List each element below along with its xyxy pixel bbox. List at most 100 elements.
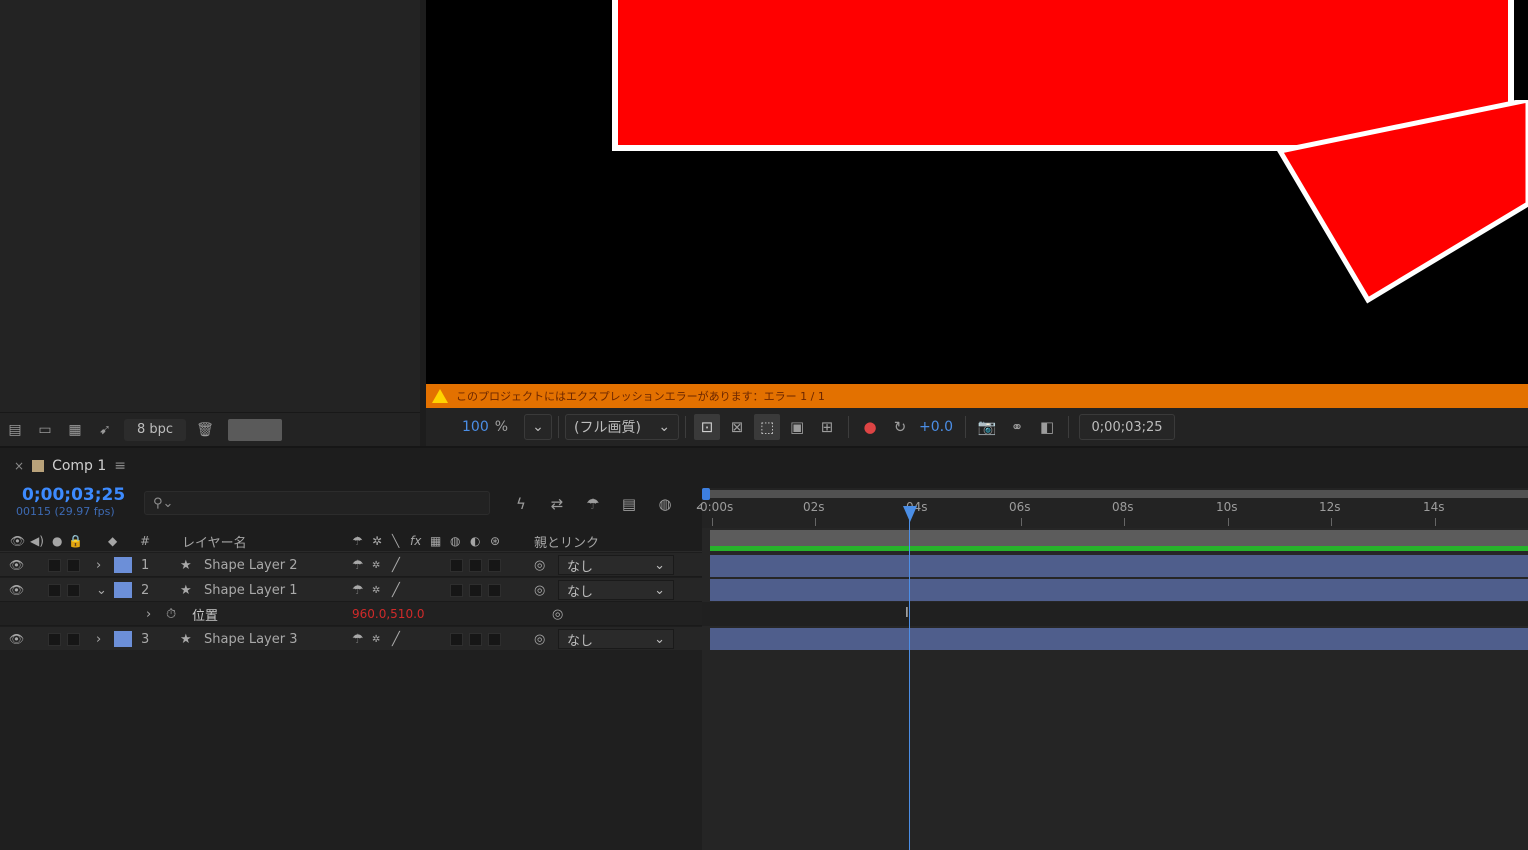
collapse-icon[interactable]: ✲ [372,627,380,651]
work-area-bar[interactable] [706,490,1528,498]
layer-row[interactable]: 👁 › 3 ★ Shape Layer 3 ☂ ✲ ╱ ◎ なし ⌄ [0,627,702,651]
eye-icon[interactable]: 👁 [9,627,24,651]
project-color-swatch[interactable] [228,418,282,441]
expression-pickwhip-icon[interactable]: ◎ [552,602,563,626]
quality-icon[interactable]: ╱ [392,553,400,577]
column-layer-name[interactable]: レイヤー名 [182,530,247,552]
pickwhip-icon[interactable]: ◎ [534,578,545,602]
collapse-icon[interactable]: ✲ [372,578,380,602]
layer-row[interactable]: 👁 › 1 ★ Shape Layer 2 ☂ ✲ ╱ ◎ なし ⌄ [0,553,702,577]
work-area-start-handle[interactable] [702,488,710,500]
frame-blending-icon[interactable]: ▤ [616,491,642,517]
interpret-footage-icon[interactable]: ▤ [4,419,26,441]
switch-box[interactable] [488,583,501,597]
solo-checkbox[interactable] [48,583,61,597]
draft-3d-icon[interactable]: ϟ [508,491,534,517]
property-row-position[interactable]: › ⏱ 位置 960.0,510.0 ◎ [0,602,702,626]
layer-duration-bar[interactable] [710,628,1528,650]
parent-dropdown[interactable]: なし ⌄ [558,555,674,575]
quality-icon[interactable]: ╱ [392,627,400,651]
shy-layers-icon[interactable]: ☂ [580,491,606,517]
layer-label-color[interactable] [114,631,132,647]
solo-checkbox[interactable] [48,632,61,646]
lock-icon[interactable]: 🔒 [68,530,83,552]
timeline-tab[interactable]: × Comp 1 ≡ [0,454,420,478]
trash-icon[interactable]: 🗑 [194,419,216,441]
new-folder-icon[interactable]: ▭ [34,419,56,441]
reset-exposure-icon[interactable]: ↻ [887,414,913,440]
current-timecode[interactable]: 0;00;03;25 [22,485,125,505]
zoom-dropdown[interactable]: ⌄ [524,414,553,440]
quality-icon[interactable]: ╱ [392,578,400,602]
layer-label-color[interactable] [114,557,132,573]
pickwhip-icon[interactable]: ◎ [534,627,545,651]
snapshot-camera-icon[interactable]: 📷 [974,414,1000,440]
layer-label-color[interactable] [114,582,132,598]
layer-duration-bar[interactable] [710,555,1528,577]
parent-dropdown[interactable]: なし ⌄ [558,629,674,649]
panel-menu-icon[interactable]: ≡ [114,458,126,474]
label-tag-icon[interactable]: ◆ [108,530,117,552]
motion-blur-icon[interactable]: ◍ [652,491,678,517]
current-time-indicator[interactable] [909,510,910,850]
layer-name[interactable]: Shape Layer 3 [204,627,298,651]
comp-name[interactable]: Comp 1 [52,458,106,474]
close-icon[interactable]: × [14,459,24,473]
layer-row[interactable]: 👁 ⌄ 2 ★ Shape Layer 1 ☂ ✲ ╱ ◎ なし ⌄ [0,578,702,602]
shy-icon[interactable]: ☂ [352,553,364,577]
pickwhip-icon[interactable]: ◎ [534,553,545,577]
transparency-grid-icon[interactable]: ⊠ [724,414,750,440]
show-snapshot-icon[interactable]: ⚭ [1004,414,1030,440]
exposure-value[interactable]: +0.0 [919,414,953,440]
chevron-right-icon[interactable]: › [96,627,101,651]
current-time-indicator-head[interactable] [903,506,917,522]
lock-checkbox[interactable] [67,583,80,597]
fast-previews-icon[interactable]: ⊡ [694,414,721,440]
switch-box[interactable] [469,632,482,646]
solo-icon[interactable]: ● [52,530,62,552]
switch-box[interactable] [488,632,501,646]
collapse-icon[interactable]: ✲ [372,553,380,577]
new-composition-icon[interactable]: ▦ [64,419,86,441]
channel-icon[interactable]: ● [857,414,883,440]
eye-icon[interactable]: 👁 [9,578,24,602]
chevron-right-icon[interactable]: › [146,602,151,626]
switch-box[interactable] [469,558,482,572]
lock-checkbox[interactable] [67,632,80,646]
layer-search-input[interactable]: ⚲⌄ [144,491,490,515]
switch-box[interactable] [450,583,463,597]
render-queue-icon[interactable]: ➹ [94,419,116,441]
layer-duration-bar[interactable] [710,579,1528,601]
chevron-right-icon[interactable]: › [96,553,101,577]
parent-dropdown[interactable]: なし ⌄ [558,580,674,600]
shy-icon[interactable]: ☂ [352,627,364,651]
expression-error-bar[interactable]: このプロジェクトにはエクスプレッションエラーがあります：エラー 1 / 1 [426,384,1528,408]
shy-icon[interactable]: ☂ [352,578,364,602]
guides-icon[interactable]: ⊞ [814,414,840,440]
bit-depth-button[interactable]: 8 bpc [124,418,186,441]
video-visibility-icon[interactable]: 👁 [10,530,25,552]
viewer-timecode[interactable]: 0;00;03;25 [1079,414,1176,440]
lock-checkbox[interactable] [67,558,80,572]
stopwatch-icon[interactable]: ⏱ [166,602,176,626]
switch-box[interactable] [450,558,463,572]
switch-box[interactable] [450,632,463,646]
property-value[interactable]: 960.0,510.0 [352,602,425,626]
solo-checkbox[interactable] [48,558,61,572]
switch-box[interactable] [488,558,501,572]
switch-box[interactable] [469,583,482,597]
column-parent[interactable]: 親とリンク [534,530,599,552]
audio-icon[interactable]: ◀) [30,530,44,552]
region-of-interest-icon[interactable]: ▣ [784,414,810,440]
layer-name[interactable]: Shape Layer 2 [204,553,298,577]
chevron-down-icon[interactable]: ⌄ [96,578,107,602]
layer-number: 2 [141,582,150,598]
zoom-value[interactable]: 100 [462,414,489,440]
resolution-dropdown[interactable]: (フル画質) ⌄ [565,414,680,440]
alpha-channel-icon[interactable]: ◧ [1034,414,1060,440]
eye-icon[interactable]: 👁 [9,553,24,577]
comp-flowchart-icon[interactable]: ⇄ [544,491,570,517]
layer-name[interactable]: Shape Layer 1 [204,578,298,602]
mask-visibility-icon[interactable]: ⬚ [754,414,781,440]
composition-viewer[interactable] [426,0,1528,384]
